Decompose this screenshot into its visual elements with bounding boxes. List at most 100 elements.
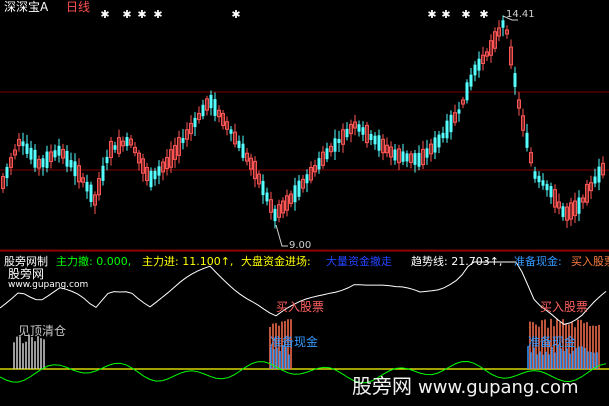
candle-down <box>241 143 245 158</box>
candle-down <box>561 206 565 218</box>
candle-down <box>193 117 197 128</box>
candle-down <box>273 208 277 222</box>
candle-down <box>317 158 321 170</box>
cash-signal-2: 准备现金 <box>528 335 577 349</box>
candle-down <box>457 109 461 114</box>
candle-down <box>417 152 421 167</box>
candle-down <box>425 148 429 158</box>
candle-down <box>325 148 329 160</box>
candle-down <box>465 82 469 101</box>
candle-down <box>513 73 517 87</box>
candle-down <box>337 138 341 144</box>
candle-down <box>441 132 445 139</box>
candle-down <box>393 149 397 161</box>
cash-signal-1: 准备现金 <box>270 335 319 349</box>
candle-down <box>201 104 205 117</box>
indicator-bar: 股旁网制 主力撤: 0.000, 主力进: 11.100↑, 大盘资金进场: 大… <box>0 251 609 268</box>
candle-down <box>469 74 473 87</box>
candle-down <box>85 181 89 192</box>
candle-down <box>413 153 417 165</box>
candle-down <box>113 145 117 150</box>
buy-signal-1: 买入股票 <box>276 300 325 314</box>
footer-brand: 股旁网 <box>352 374 412 398</box>
candle-down <box>89 184 93 203</box>
candle-down <box>593 176 597 184</box>
candle-down <box>345 128 349 138</box>
candle-down <box>149 170 153 188</box>
funds-withdraw-label: 大量资金撤走 <box>326 255 392 268</box>
candle-down <box>21 141 25 147</box>
main-withdraw-value: 主力撤: 0.000, <box>56 255 132 268</box>
footer-watermark: 股旁网 www.gupang.com <box>352 370 579 399</box>
candle-down <box>73 161 77 177</box>
period-label: 日线 <box>66 0 91 14</box>
top-clear-signal: 见顶清仓 <box>18 324 67 338</box>
star-marker-icon: ✱ <box>153 8 162 21</box>
low-pointer <box>275 224 288 247</box>
candle-down <box>57 145 61 156</box>
candle-down <box>377 135 381 151</box>
candle-down <box>213 99 217 116</box>
candle-down <box>357 124 361 132</box>
candle-down <box>549 186 553 198</box>
candle-down <box>65 150 69 167</box>
prepare-cash-label: 准备现金: <box>514 255 562 268</box>
stock-name: 深深宝A <box>4 0 49 14</box>
star-markers: ✱ ✱ ✱ ✱ ✱ ✱ ✱ ✱ ✱ <box>100 8 488 21</box>
low-price-label: 9.00 <box>289 240 312 251</box>
candle-down <box>25 143 29 154</box>
candle-down <box>541 180 545 186</box>
trend-line <box>0 261 607 325</box>
candle-down <box>265 192 269 202</box>
star-marker-icon: ✱ <box>479 8 488 21</box>
candle-down <box>437 134 441 148</box>
candle-down <box>157 166 161 176</box>
candle-down <box>237 140 241 148</box>
candle-down <box>53 150 57 158</box>
star-marker-icon: ✱ <box>231 8 240 21</box>
star-marker-icon: ✱ <box>441 8 450 21</box>
candle-down <box>105 156 109 164</box>
candle-down <box>533 171 537 179</box>
buy-signal-2: 买入股票 <box>540 300 589 314</box>
candle-down <box>473 64 477 76</box>
candle-down <box>333 138 337 152</box>
star-marker-icon: ✱ <box>461 8 470 21</box>
market-funds-label: 大盘资金进场: <box>241 255 311 268</box>
candle-down <box>297 180 301 197</box>
star-marker-icon: ✱ <box>427 8 436 21</box>
candle-down <box>29 147 33 160</box>
indicator-panel <box>0 261 609 384</box>
candle-down <box>41 158 45 168</box>
candle-down <box>477 58 481 71</box>
candle-down <box>153 170 157 180</box>
candle-down <box>597 166 601 183</box>
high-price-label: 14.41 <box>506 9 535 20</box>
candle-down <box>537 175 541 183</box>
candle-down <box>501 20 505 28</box>
candle-down <box>373 135 377 145</box>
candle-down <box>261 180 265 196</box>
candle-down <box>181 137 185 144</box>
candle-down <box>577 197 581 214</box>
star-marker-icon: ✱ <box>137 8 146 21</box>
candle-down <box>405 153 409 162</box>
grid-lines <box>0 91 609 252</box>
candle-down <box>525 132 529 148</box>
footer-url: www.gupang.com <box>418 377 579 398</box>
candle-down <box>361 127 365 135</box>
candle-down <box>449 114 453 133</box>
candle-down <box>69 160 73 168</box>
buy-stock-label: 买入股票 <box>571 255 609 268</box>
candlesticks <box>1 15 605 247</box>
candle-down <box>445 120 449 139</box>
star-marker-icon: ✱ <box>122 8 131 21</box>
candle-down <box>293 185 297 203</box>
candle-down <box>209 94 213 109</box>
candle-down <box>433 137 437 153</box>
candle-down <box>545 183 549 191</box>
watermark-url: www.gupang.com <box>8 280 89 290</box>
candle-down <box>45 151 49 168</box>
main-enter-value: 主力进: 11.100↑, <box>142 255 234 268</box>
candle-down <box>305 174 309 184</box>
